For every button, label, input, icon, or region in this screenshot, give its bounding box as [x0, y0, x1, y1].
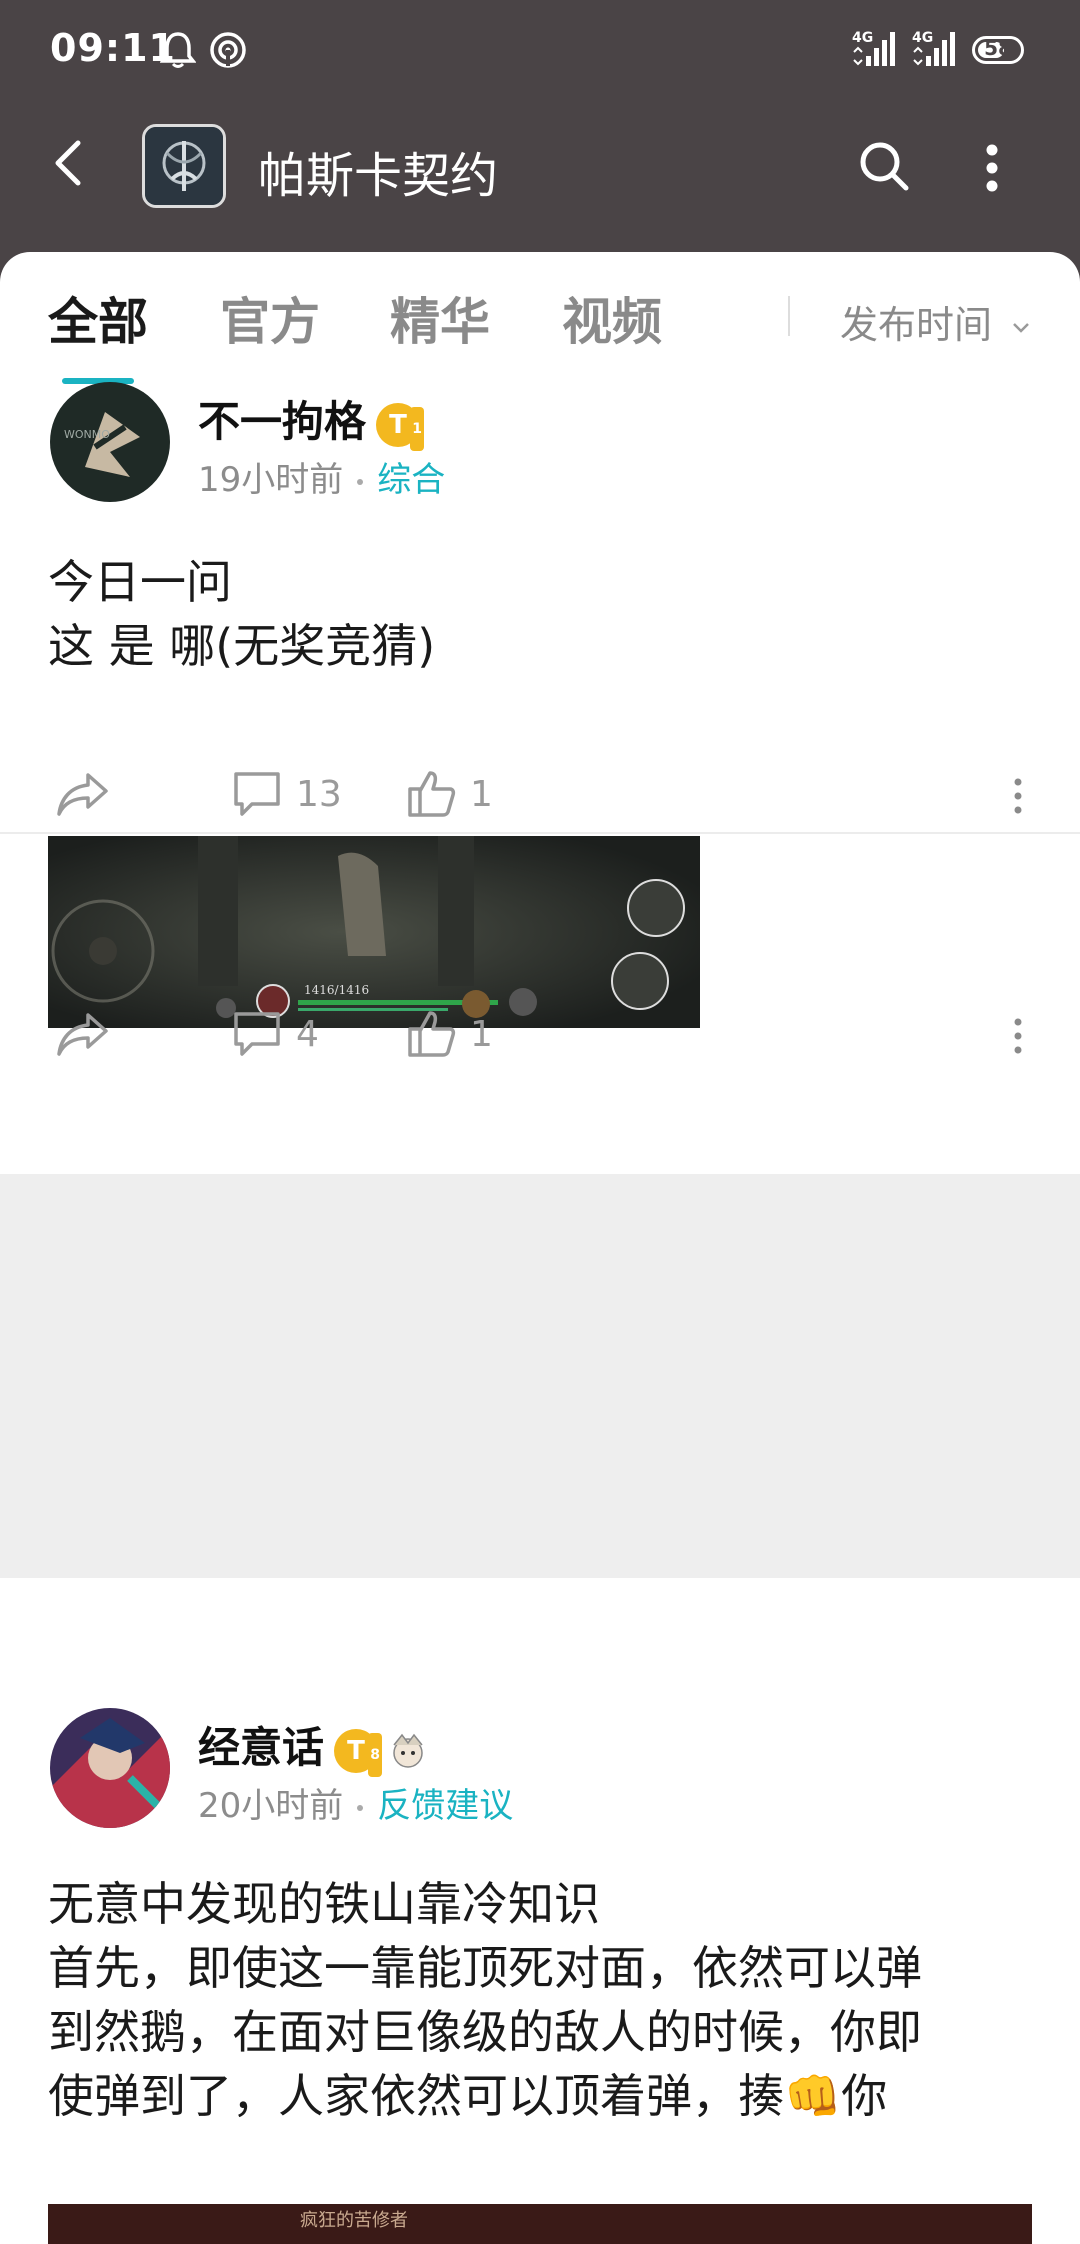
post-line: 无意中发现的铁山靠冷知识 — [48, 1877, 600, 1931]
thumbs-up-icon — [408, 771, 456, 817]
tab-featured[interactable]: 精华 — [390, 282, 490, 354]
post-meta: 19小时前 综合 — [198, 452, 445, 501]
post-body[interactable]: 无意中发现的铁山靠冷知识 首先，即使这一靠能顶死对面，依然可以弹 到然鹅，在面对… — [48, 1872, 1038, 2128]
cellular-signal-icon: 4G — [852, 30, 898, 70]
level-badge-icon: T8 — [334, 1728, 383, 1777]
like-count: 1 — [470, 773, 493, 815]
post-divider — [0, 832, 1080, 834]
post-actions: 4 1 — [0, 994, 1080, 1074]
post-line: 使弹到了，人家依然可以顶着弹，揍👊你 — [48, 2069, 888, 2123]
tab-official[interactable]: 官方 — [220, 282, 320, 354]
post-line: 这 是 哪(无奖竞猜) — [48, 619, 436, 673]
character-sticker-icon — [393, 1733, 423, 1768]
content-card: 全部 官方 精华 视频 发布时间 WONMO 不一拘格 T 1 19小时前 综合 今日… — [0, 252, 1080, 2244]
author-name: 不一拘格 — [198, 397, 367, 446]
top-nav: 帕斯卡契约 — [0, 108, 1080, 258]
post-time: 20小时前 — [198, 1786, 344, 1826]
feed-spacer — [0, 1174, 1080, 1578]
thumbs-up-icon — [408, 1011, 456, 1057]
sort-label: 发布时间 — [840, 303, 993, 347]
comment-icon — [234, 1012, 280, 1056]
svg-text:WONMO: WONMO — [64, 428, 110, 441]
game-logo-icon[interactable] — [142, 124, 226, 208]
sort-dropdown[interactable]: 发布时间 — [840, 294, 1030, 349]
post-meta: 20小时前 反馈建议 — [198, 1778, 513, 1827]
post-actions: 13 1 — [0, 754, 1080, 834]
level-badge-icon: T1 — [376, 402, 425, 451]
comment-count: 4 — [296, 1013, 319, 1055]
author-name: 经意话 — [198, 1723, 325, 1772]
like-button[interactable]: 1 — [406, 754, 493, 834]
share-icon — [57, 1013, 108, 1056]
post-author[interactable]: 不一拘格 T 1 — [198, 388, 425, 451]
post-image[interactable]: 疯狂的苦修者 — [48, 2204, 1032, 2244]
page-title: 帕斯卡契约 — [258, 148, 499, 204]
post-more-icon[interactable] — [1012, 1016, 1024, 1056]
post-category[interactable]: 反馈建议 — [377, 1786, 513, 1826]
battery-level: 58 — [984, 36, 1012, 60]
share-button[interactable] — [54, 994, 112, 1074]
status-bar: 09:11 4G 4G 58 — [0, 0, 1080, 108]
post-line: 到然鹅，在面对巨像级的敌人的时候，你即 — [48, 2005, 922, 2059]
share-button[interactable] — [54, 754, 112, 834]
more-options-icon[interactable] — [980, 142, 1004, 194]
post-time: 19小时前 — [198, 460, 344, 500]
comment-count: 13 — [296, 773, 342, 815]
like-count: 1 — [470, 1013, 493, 1055]
post-author[interactable]: 经意话 T 8 — [198, 1714, 430, 1777]
like-button[interactable]: 1 — [406, 994, 493, 1074]
comment-icon — [234, 772, 280, 816]
comment-button[interactable]: 13 — [232, 754, 342, 834]
post-body[interactable]: 今日一问 这 是 哪(无奖竞猜) — [48, 550, 1038, 678]
hotspot-icon — [210, 32, 246, 68]
tab-divider — [788, 296, 790, 336]
tab-video[interactable]: 视频 — [562, 282, 662, 354]
cellular-signal-icon-2: 4G — [912, 30, 958, 70]
back-arrow-icon[interactable] — [48, 138, 88, 188]
chevron-down-icon — [1013, 322, 1029, 333]
battery-indicator: 58 — [972, 36, 1024, 64]
image-caption: 疯狂的苦修者 — [300, 2210, 408, 2231]
search-icon[interactable] — [856, 138, 912, 194]
comment-button[interactable]: 4 — [232, 994, 319, 1074]
avatar[interactable]: WONMO — [50, 382, 170, 502]
status-time: 09:11 — [50, 26, 176, 70]
post-category[interactable]: 综合 — [377, 460, 445, 500]
share-icon — [57, 773, 108, 816]
notification-bell-icon — [160, 32, 196, 68]
post-line: 今日一问 — [48, 555, 232, 609]
tab-all[interactable]: 全部 — [48, 282, 148, 354]
post-line: 首先，即使这一靠能顶死对面，依然可以弹 — [48, 1941, 922, 1995]
avatar[interactable] — [50, 1708, 170, 1828]
post-more-icon[interactable] — [1012, 776, 1024, 816]
